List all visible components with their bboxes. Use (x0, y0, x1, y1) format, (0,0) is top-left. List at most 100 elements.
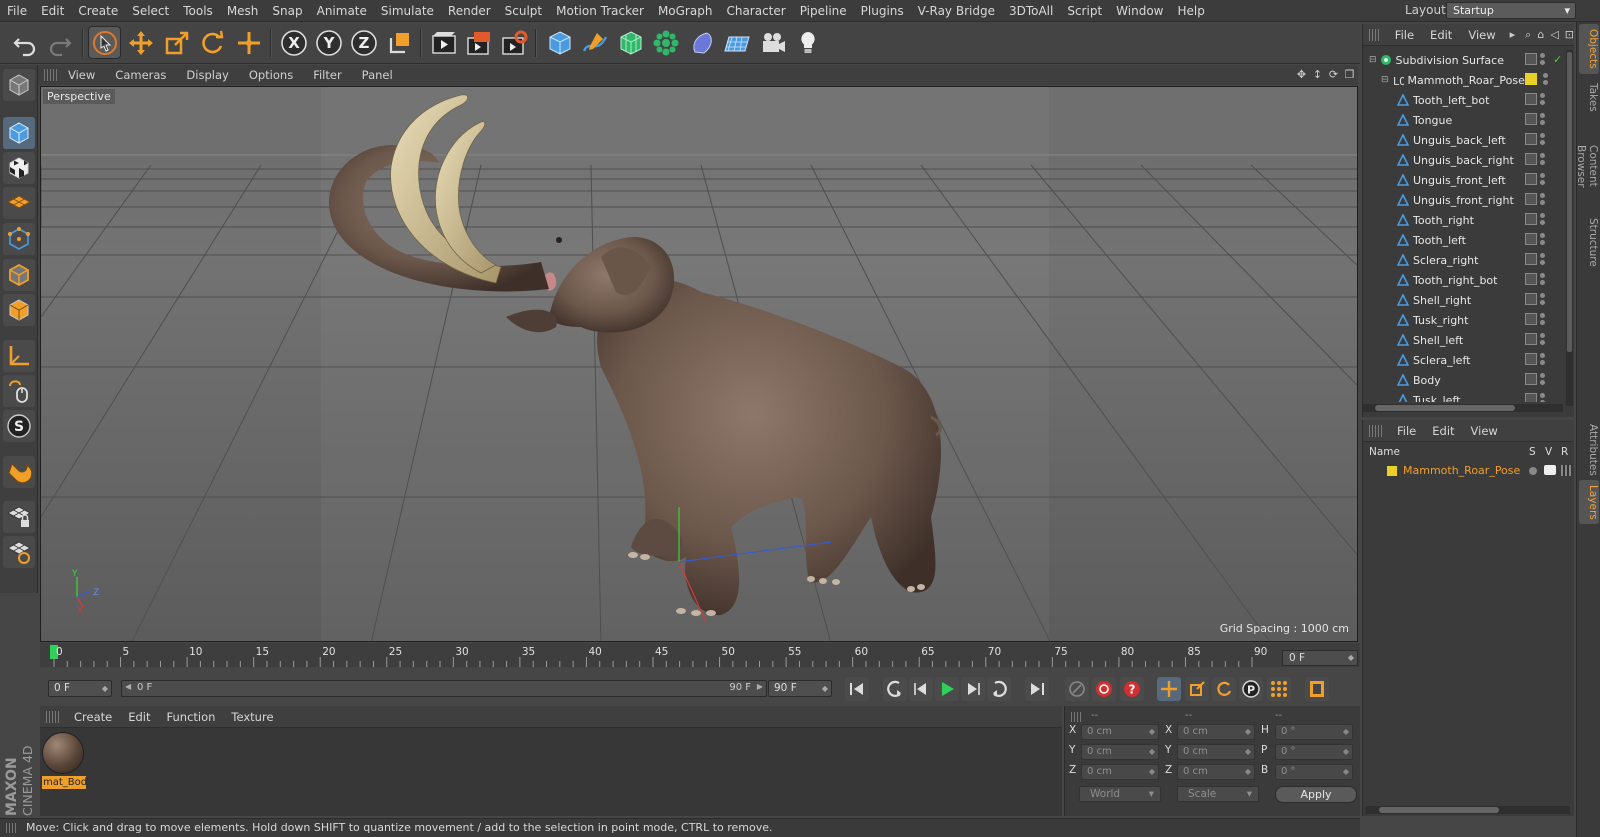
render-toggle-icon[interactable] (1561, 465, 1572, 476)
key-rotation-icon[interactable] (1212, 677, 1236, 701)
menu-pipeline[interactable]: Pipeline (793, 4, 854, 18)
rot-p-field[interactable]: 0 ° ◆ (1275, 744, 1353, 760)
perspective-viewport[interactable]: Perspective Y Z X Grid Spacing: 1000 cm (40, 86, 1358, 642)
visibility-dots[interactable] (1540, 53, 1548, 65)
viewport-menu-filter[interactable]: Filter (303, 68, 351, 82)
menu-window[interactable]: Window (1109, 4, 1170, 18)
object-row[interactable]: Sclera_left (1363, 350, 1563, 370)
layer-menu-edit[interactable]: Edit (1424, 424, 1462, 438)
obj-menu-file[interactable]: File (1387, 28, 1422, 42)
visibility-dots[interactable] (1540, 333, 1548, 345)
snapping-icon[interactable] (3, 456, 35, 488)
visibility-dots[interactable] (1540, 353, 1548, 365)
size-z-field[interactable]: 0 cm ◆ (1177, 764, 1255, 780)
layer-col-solo[interactable]: S (1529, 446, 1536, 458)
visibility-dots[interactable] (1540, 113, 1548, 125)
light-icon[interactable] (791, 26, 824, 59)
timeline-window-icon[interactable] (1305, 677, 1329, 701)
obj-menu-edit[interactable]: Edit (1422, 28, 1460, 42)
render-picture-viewer-icon[interactable] (462, 26, 495, 59)
panel-grip-icon[interactable] (1369, 424, 1383, 437)
object-row[interactable]: Tusk_left (1363, 390, 1563, 402)
axis-mode-icon[interactable] (3, 340, 35, 372)
material-swatch[interactable]: mat_Body (42, 732, 86, 790)
texture-mode-icon[interactable] (3, 152, 35, 184)
object-row[interactable]: Tooth_right (1363, 210, 1563, 230)
visibility-dots[interactable] (1540, 213, 1548, 225)
tab-structure[interactable]: Structure (1579, 214, 1599, 270)
rot-b-field[interactable]: 0 ° ◆ (1275, 764, 1353, 780)
max-frame-field[interactable]: 90 F ◆ (768, 680, 832, 697)
menu-animate[interactable]: Animate (310, 4, 374, 18)
edit-toggle-icon[interactable] (1525, 153, 1537, 165)
spinner-icon[interactable]: ◆ (1348, 651, 1354, 665)
zoom-view-icon[interactable]: ↕ (1311, 68, 1324, 81)
home-icon[interactable]: ⌂ (1537, 28, 1544, 41)
panel-grip-icon[interactable] (44, 69, 58, 81)
visibility-dots[interactable] (1540, 393, 1548, 402)
edit-toggle-icon[interactable] (1525, 53, 1537, 65)
obj-menu-view[interactable]: View (1460, 28, 1503, 42)
spinner-icon[interactable]: ◆ (822, 681, 828, 696)
tab-attributes[interactable]: Attributes (1579, 420, 1599, 478)
solo-mode-icon[interactable]: S (3, 410, 35, 442)
x-axis-lock-icon[interactable]: X (277, 26, 310, 59)
menu-edit[interactable]: Edit (34, 4, 71, 18)
edit-toggle-icon[interactable] (1525, 233, 1537, 245)
workplane-mode-icon[interactable] (3, 187, 35, 219)
menu-help[interactable]: Help (1170, 4, 1211, 18)
layer-color-tag[interactable] (1525, 73, 1537, 85)
visibility-dots[interactable] (1543, 73, 1551, 85)
visibility-dots[interactable] (1540, 173, 1548, 185)
make-editable-icon[interactable] (3, 69, 35, 101)
tab-content-browser[interactable]: Content Browser (1575, 120, 1599, 212)
size-y-field[interactable]: 0 cm ◆ (1177, 744, 1255, 760)
menu-tools[interactable]: Tools (176, 4, 220, 18)
visibility-dots[interactable] (1540, 293, 1548, 305)
edit-toggle-icon[interactable] (1525, 113, 1537, 125)
menu-mesh[interactable]: Mesh (220, 4, 266, 18)
edit-toggle-icon[interactable] (1525, 93, 1537, 105)
menu-3dtoall[interactable]: 3DToAll (1002, 4, 1060, 18)
range-left-arrow-icon[interactable]: ◀ (125, 682, 131, 691)
menu-sculpt[interactable]: Sculpt (498, 4, 549, 18)
object-row[interactable]: Body (1363, 370, 1563, 390)
menu-snap[interactable]: Snap (265, 4, 309, 18)
goto-end-icon[interactable] (1025, 677, 1049, 701)
cube-primitive-icon[interactable] (543, 26, 576, 59)
search-icon[interactable]: ⌕ (1525, 28, 1531, 42)
record-keys-disabled-icon[interactable] (1065, 677, 1089, 701)
subdivision-surface-icon[interactable] (614, 26, 647, 59)
size-x-field[interactable]: 0 cm ◆ (1177, 724, 1255, 740)
viewport-menu-panel[interactable]: Panel (352, 68, 403, 82)
visibility-dots[interactable] (1540, 133, 1548, 145)
render-view-icon[interactable] (427, 26, 460, 59)
edit-toggle-icon[interactable] (1525, 253, 1537, 265)
object-row[interactable]: Unguis_back_left (1363, 130, 1563, 150)
tweak-mode-icon[interactable] (3, 375, 35, 407)
viewport-menu-cameras[interactable]: Cameras (105, 68, 176, 82)
camera-icon[interactable] (756, 26, 789, 59)
rot-h-field[interactable]: 0 ° ◆ (1275, 724, 1353, 740)
redo-icon[interactable] (43, 26, 76, 59)
new-view-icon[interactable]: ⊡ (1565, 28, 1574, 41)
edit-toggle-icon[interactable] (1525, 313, 1537, 325)
pan-view-icon[interactable]: ✥ (1295, 68, 1308, 81)
visibility-dots[interactable] (1540, 373, 1548, 385)
layer-name[interactable]: Mammoth_Roar_Pose (1403, 464, 1520, 477)
menu-overflow-icon[interactable]: ▸ (1510, 28, 1516, 41)
range-right-arrow-icon[interactable]: ▶ (757, 682, 763, 691)
pos-z-field[interactable]: 0 cm ◆ (1081, 764, 1159, 780)
visibility-dots[interactable] (1540, 153, 1548, 165)
edit-toggle-icon[interactable] (1525, 173, 1537, 185)
floor-icon[interactable] (720, 26, 753, 59)
model-mode-icon[interactable] (3, 117, 35, 149)
menu-motion-tracker[interactable]: Motion Tracker (549, 4, 651, 18)
points-mode-icon[interactable] (3, 223, 35, 255)
locked-workplane-icon[interactable] (3, 501, 35, 533)
edges-mode-icon[interactable] (3, 259, 35, 291)
live-selection-icon[interactable] (88, 26, 121, 59)
menu-character[interactable]: Character (719, 4, 792, 18)
coord-space-dropdown[interactable]: World ▾ (1079, 786, 1161, 802)
pen-spline-icon[interactable] (578, 26, 611, 59)
